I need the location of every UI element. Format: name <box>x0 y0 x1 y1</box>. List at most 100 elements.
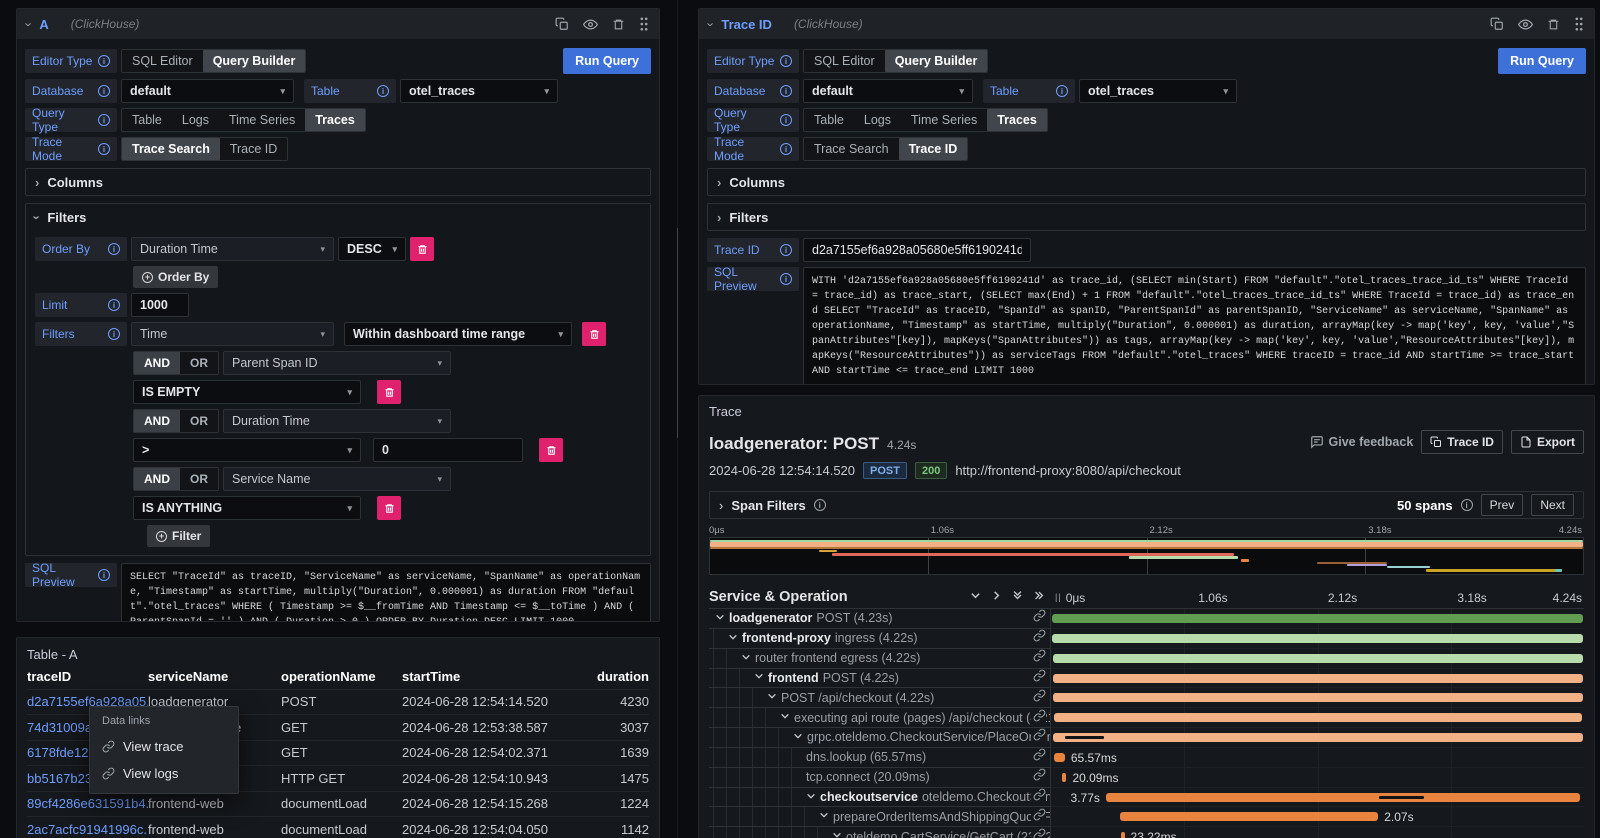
filter-field-select[interactable]: Time <box>131 322 334 346</box>
export-button[interactable]: Export <box>1511 430 1584 454</box>
span-timeline-cell[interactable]: 65.57ms <box>1051 748 1584 768</box>
trace-id-option[interactable]: Trace ID <box>220 138 287 160</box>
info-icon[interactable] <box>98 114 110 126</box>
span-link-icon[interactable] <box>1031 748 1046 766</box>
remove-condition-button[interactable] <box>377 496 401 520</box>
span-timeline-cell[interactable]: 20.09ms <box>1051 768 1584 788</box>
span-duration-bar[interactable] <box>1052 634 1583 643</box>
span-link-icon[interactable] <box>1031 788 1046 806</box>
span-link-icon[interactable] <box>1031 609 1046 627</box>
remove-query-trash-icon[interactable] <box>1547 18 1560 31</box>
condition-value-input[interactable] <box>373 438 523 462</box>
span-link-icon[interactable] <box>1031 808 1046 826</box>
column-header[interactable]: operationName <box>281 669 402 684</box>
span-row[interactable]: dns.lookup (65.57ms)65.57ms <box>709 748 1584 768</box>
chevron-down-icon[interactable] <box>741 652 751 665</box>
condition-field-select[interactable]: Parent Span ID <box>223 351 451 375</box>
column-header[interactable]: startTime <box>402 669 562 684</box>
condition-field-select[interactable]: Service Name <box>223 467 451 491</box>
drag-handle-icon[interactable] <box>639 17 649 31</box>
trace-search-option[interactable]: Trace Search <box>804 138 899 160</box>
minimap-canvas[interactable] <box>709 537 1584 575</box>
span-name-cell[interactable]: executing api route (pages) /api/checkou… <box>709 708 1051 728</box>
table-select[interactable]: otel_traces <box>1079 79 1237 103</box>
remove-condition-button[interactable] <box>377 380 401 404</box>
and-option[interactable]: AND <box>134 410 180 432</box>
or-option[interactable]: OR <box>180 352 218 374</box>
chevron-down-icon[interactable] <box>780 711 790 724</box>
sql-editor-option[interactable]: SQL Editor <box>122 50 203 72</box>
expand-one-icon[interactable] <box>991 588 1002 606</box>
chevron-down-icon[interactable] <box>754 671 764 684</box>
span-name-cell[interactable]: checkoutserviceoteldemo.CheckoutService/… <box>709 788 1051 808</box>
span-name-cell[interactable]: POST /api/checkout (4.22s) <box>709 688 1051 708</box>
span-link-icon[interactable] <box>1031 649 1046 667</box>
span-duration-bar[interactable] <box>1053 674 1583 683</box>
info-icon[interactable] <box>814 499 826 511</box>
trace-search-option[interactable]: Trace Search <box>122 138 220 160</box>
span-name-cell[interactable]: prepareOrderItemsAndShippingQuoteFromCar… <box>709 807 1051 827</box>
column-resize-handle[interactable]: || <box>1055 592 1062 602</box>
span-name-cell[interactable]: loadgeneratorPOST (4.23s) <box>709 609 1051 629</box>
collapse-all-icon[interactable] <box>1012 588 1023 606</box>
chevron-right-icon[interactable] <box>719 499 723 512</box>
query-row-header-trace-id[interactable]: Trace ID (ClickHouse) <box>699 9 1594 39</box>
info-icon[interactable] <box>108 299 120 311</box>
condition-operator-select[interactable]: IS EMPTY <box>133 380 361 404</box>
info-icon[interactable] <box>98 569 110 581</box>
span-duration-bar[interactable] <box>1053 733 1583 742</box>
condition-operator-select[interactable]: IS ANYTHING <box>133 496 361 520</box>
chevron-down-icon[interactable] <box>767 691 777 704</box>
remove-order-by-button[interactable] <box>410 237 434 261</box>
span-row[interactable]: oteldemo.CartService/GetCart (23.22ms)23… <box>709 827 1584 838</box>
remove-filter-button[interactable] <box>582 322 606 346</box>
span-duration-bar[interactable] <box>1054 713 1583 722</box>
query-type-table[interactable]: Table <box>122 109 172 131</box>
filter-operator-select[interactable]: Within dashboard time range <box>344 322 572 346</box>
next-span-button[interactable]: Next <box>1531 494 1574 516</box>
info-icon[interactable] <box>780 85 792 97</box>
or-option[interactable]: OR <box>180 410 218 432</box>
info-icon[interactable] <box>98 55 110 67</box>
drag-handle-icon[interactable] <box>1574 17 1584 31</box>
span-name-cell[interactable]: tcp.connect (20.09ms) <box>709 768 1051 788</box>
hide-response-eye-icon[interactable] <box>1518 17 1533 32</box>
info-icon[interactable] <box>1056 85 1068 97</box>
info-icon[interactable] <box>98 85 110 97</box>
collapse-query-icon[interactable] <box>709 18 713 31</box>
prev-span-button[interactable]: Prev <box>1481 494 1524 516</box>
span-row[interactable]: executing api route (pages) /api/checkou… <box>709 708 1584 728</box>
span-row[interactable]: frontend-proxyingress (4.22s) <box>709 629 1584 649</box>
duplicate-query-icon[interactable] <box>1490 17 1504 31</box>
span-duration-bar[interactable] <box>1052 614 1583 623</box>
span-timeline-cell[interactable] <box>1051 708 1584 728</box>
span-duration-bar[interactable] <box>1053 654 1583 663</box>
database-select[interactable]: default <box>121 79 294 103</box>
chevron-down-icon[interactable] <box>806 791 816 804</box>
limit-input[interactable] <box>131 293 189 317</box>
collapse-one-icon[interactable] <box>970 588 981 606</box>
condition-operator-select[interactable]: > <box>133 438 361 462</box>
trace-id-link[interactable]: 89cf4286e631591b4... <box>27 796 148 811</box>
add-filter-button[interactable]: Filter <box>147 525 210 547</box>
span-link-icon[interactable] <box>1031 709 1046 727</box>
info-icon[interactable] <box>377 85 389 97</box>
span-row[interactable]: loadgeneratorPOST (4.23s) <box>709 609 1584 629</box>
trace-id-option[interactable]: Trace ID <box>899 138 968 160</box>
span-link-icon[interactable] <box>1031 768 1046 786</box>
span-timeline-cell[interactable]: 3.77s <box>1051 788 1584 808</box>
give-feedback-link[interactable]: Give feedback <box>1310 435 1414 449</box>
span-timeline-cell[interactable]: 2.07s <box>1051 807 1584 827</box>
chevron-down-icon[interactable] <box>819 810 829 823</box>
hide-response-eye-icon[interactable] <box>583 17 598 32</box>
run-query-button[interactable]: Run Query <box>563 48 651 74</box>
span-link-icon[interactable] <box>1031 828 1046 838</box>
query-type-timeseries[interactable]: Time Series <box>219 109 305 131</box>
span-duration-bar[interactable] <box>1062 773 1066 782</box>
span-timeline-cell[interactable] <box>1051 649 1584 669</box>
span-timeline-cell[interactable]: 23.22ms <box>1051 827 1584 838</box>
span-name-cell[interactable]: frontendPOST (4.22s) <box>709 669 1051 689</box>
collapse-query-icon[interactable] <box>27 18 31 31</box>
query-type-logs[interactable]: Logs <box>172 109 219 131</box>
query-type-traces[interactable]: Traces <box>987 109 1047 131</box>
